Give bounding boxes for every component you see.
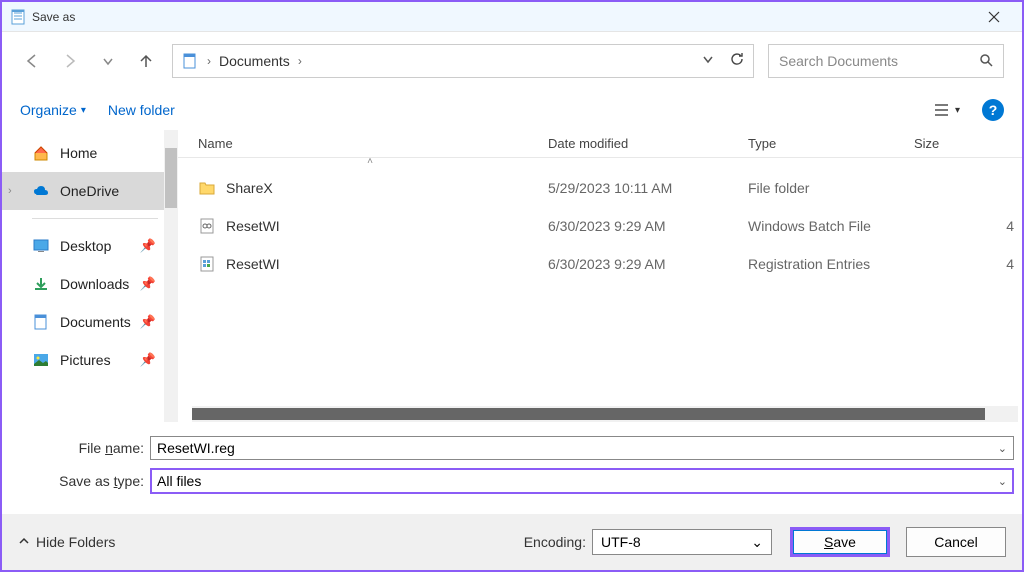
downloads-icon [32,275,50,293]
up-button[interactable] [134,49,158,73]
chevron-down-icon[interactable]: ⌄ [998,442,1007,455]
file-list-header[interactable]: Name Date modified Type Size [178,130,1022,158]
save-button[interactable]: Save [790,527,890,557]
sidebar-item-desktop[interactable]: Desktop 📌 [2,227,178,265]
sidebar: Home › OneDrive Desktop 📌 Downloads 📌 Do… [2,130,178,422]
chevron-down-icon[interactable]: ⌄ [751,534,763,551]
sidebar-item-pictures[interactable]: Pictures 📌 [2,341,178,379]
scrollbar-thumb[interactable] [192,408,985,420]
breadcrumb-dropdown[interactable] [701,52,715,71]
hide-folders-toggle[interactable]: Hide Folders [18,534,115,550]
search-placeholder: Search Documents [779,53,898,69]
file-date: 6/30/2023 9:29 AM [548,218,748,234]
file-row[interactable]: ResetWI 6/30/2023 9:29 AM Windows Batch … [178,207,1022,245]
save-as-type-select[interactable]: All files ⌄ [150,468,1014,494]
breadcrumb-text[interactable]: Documents [219,53,290,69]
file-list: Name Date modified Type Size ˄ ShareX 5/… [178,130,1022,422]
sidebar-item-onedrive[interactable]: › OneDrive [2,172,178,210]
divider [32,218,158,219]
chevron-down-icon: ▾ [81,105,86,116]
chevron-right-icon: › [207,54,211,68]
sidebar-scrollbar[interactable] [164,130,178,422]
window-title: Save as [32,10,974,24]
column-date[interactable]: Date modified [548,136,748,151]
pin-icon: 📌 [140,352,156,368]
file-name: ShareX [226,180,273,196]
column-type[interactable]: Type [748,136,914,151]
reg-file-icon [198,255,216,273]
search-icon [979,53,993,70]
pin-icon: 📌 [140,238,156,254]
scrollbar-thumb[interactable] [165,148,177,208]
sidebar-item-home[interactable]: Home [2,134,178,172]
new-folder-button[interactable]: New folder [108,102,175,118]
chevron-down-icon[interactable]: ⌄ [998,475,1007,488]
file-type: Windows Batch File [748,218,914,234]
sidebar-item-label: Downloads [60,276,129,292]
encoding-select[interactable]: UTF-8 ⌄ [592,529,772,555]
desktop-icon [32,237,50,255]
sidebar-item-downloads[interactable]: Downloads 📌 [2,265,178,303]
file-name: ResetWI [226,256,280,272]
file-date: 5/29/2023 10:11 AM [548,180,748,196]
refresh-button[interactable] [729,51,745,72]
column-name[interactable]: Name [198,136,548,151]
sidebar-item-label: OneDrive [60,183,119,199]
footer: Hide Folders Encoding: UTF-8 ⌄ Save Canc… [2,514,1022,570]
file-date: 6/30/2023 9:29 AM [548,256,748,272]
filename-label: File name: [52,440,150,456]
breadcrumb[interactable]: › Documents › [172,44,754,78]
column-size[interactable]: Size [914,136,1022,151]
save-as-type-label: Save as type: [52,473,150,489]
file-size: 4 [914,218,1022,234]
file-name: ResetWI [226,218,280,234]
chevron-right-icon: › [298,54,302,68]
view-options[interactable]: ▾ [934,103,960,117]
file-row[interactable]: ResetWI 6/30/2023 9:29 AM Registration E… [178,245,1022,283]
chevron-up-icon [18,534,30,550]
horizontal-scrollbar[interactable] [192,406,1018,422]
sidebar-item-label: Home [60,145,97,161]
sidebar-item-label: Pictures [60,352,111,368]
sidebar-item-label: Desktop [60,238,111,254]
chevron-right-icon[interactable]: › [8,185,12,197]
forward-button[interactable] [58,49,82,73]
documents-icon [181,52,199,70]
file-type: File folder [748,180,914,196]
close-button[interactable] [974,3,1014,31]
batch-file-icon [198,217,216,235]
file-type: Registration Entries [748,256,914,272]
cancel-button[interactable]: Cancel [906,527,1006,557]
sort-indicator-icon: ˄ [178,156,1022,167]
back-button[interactable] [20,49,44,73]
documents-icon [32,313,50,331]
onedrive-icon [32,182,50,200]
encoding-label: Encoding: [524,534,586,550]
sidebar-item-documents[interactable]: Documents 📌 [2,303,178,341]
organize-menu[interactable]: Organize ▾ [20,102,86,118]
folder-icon [198,179,216,197]
filename-row: File name: ResetWI.reg ⌄ [52,436,1014,460]
home-icon [32,144,50,162]
search-input[interactable]: Search Documents [768,44,1004,78]
nav-bar: › Documents › Search Documents [2,32,1022,90]
toolbar: Organize ▾ New folder ▾ ? [2,90,1022,130]
title-bar: Save as [2,2,1022,32]
main-area: Home › OneDrive Desktop 📌 Downloads 📌 Do… [2,130,1022,422]
pin-icon: 📌 [140,314,156,330]
recent-dropdown[interactable] [96,49,120,73]
save-as-type-row: Save as type: All files ⌄ [52,468,1014,494]
sidebar-item-label: Documents [60,314,131,330]
pictures-icon [32,351,50,369]
notepad-icon [10,9,26,25]
help-button[interactable]: ? [982,99,1004,121]
filename-input[interactable]: ResetWI.reg ⌄ [150,436,1014,460]
save-form: File name: ResetWI.reg ⌄ Save as type: A… [2,422,1022,506]
file-row[interactable]: ShareX 5/29/2023 10:11 AM File folder [178,169,1022,207]
file-size: 4 [914,256,1022,272]
pin-icon: 📌 [140,276,156,292]
